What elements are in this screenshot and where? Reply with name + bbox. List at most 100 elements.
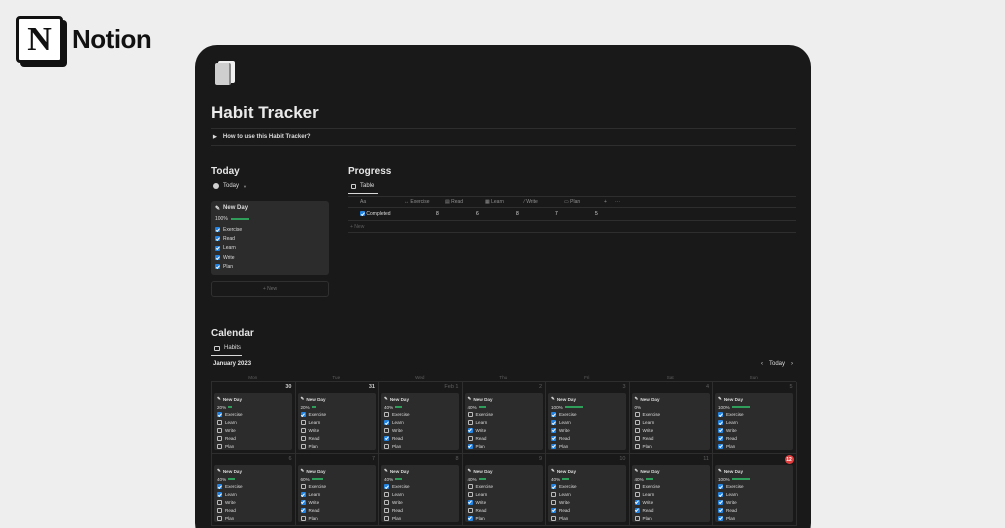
calendar-day[interactable]: 3 ✎ New Day 100% Exercise Learn Write Read Plan (546, 382, 630, 454)
habit-item[interactable]: Read (718, 506, 790, 514)
habit-item[interactable]: Write (217, 427, 289, 435)
today-button[interactable]: Today (769, 361, 785, 367)
checkbox[interactable] (300, 507, 306, 513)
checkbox[interactable] (551, 484, 556, 490)
habit-item[interactable]: Write (467, 427, 540, 435)
checkbox[interactable] (634, 427, 640, 433)
calendar-day[interactable]: 30 ✎ New Day 20% Exercise Learn Write Read Plan (212, 382, 296, 454)
checkbox[interactable] (384, 443, 389, 449)
habit-item[interactable]: Learn (634, 491, 707, 499)
habit-item[interactable]: Learn (384, 419, 456, 427)
tab-table[interactable]: Table (351, 183, 374, 189)
habit-item[interactable]: Learn (467, 491, 540, 499)
calendar-day[interactable]: 10 ✎ New Day 40% Exercise Learn Write Read Plan (546, 454, 630, 526)
book-icon[interactable] (215, 61, 235, 85)
checkbox[interactable] (300, 492, 306, 498)
habit-item[interactable]: Learn (634, 419, 707, 427)
checkbox[interactable] (467, 499, 473, 505)
habit-item[interactable]: Learn (215, 244, 325, 253)
habit-item[interactable]: Exercise (300, 411, 373, 419)
checkbox[interactable] (551, 427, 556, 433)
checkbox[interactable] (634, 492, 640, 498)
habit-item[interactable]: Read (384, 506, 456, 514)
habit-item[interactable]: Write (467, 499, 540, 507)
habit-item[interactable]: Read (300, 434, 373, 442)
checkbox[interactable] (300, 427, 306, 433)
habit-item[interactable]: Plan (384, 442, 456, 450)
habit-item[interactable]: Exercise (217, 483, 289, 491)
checkbox[interactable] (634, 420, 640, 426)
day-habit-card[interactable]: ✎ New Day 40% Exercise Learn Write Read Plan (464, 393, 543, 450)
day-habit-card[interactable]: ✎ New Day 40% Exercise Learn Write Read Plan (381, 393, 459, 450)
habit-item[interactable]: Exercise (551, 483, 623, 491)
habit-item[interactable]: Exercise (467, 411, 540, 419)
checkbox[interactable] (718, 507, 723, 513)
habit-item[interactable]: Exercise (300, 483, 373, 491)
habit-item[interactable]: Write (384, 499, 456, 507)
calendar-day[interactable]: 8 ✎ New Day 40% Exercise Learn Write Read Plan (379, 454, 463, 526)
checkbox[interactable] (217, 507, 222, 513)
habit-item[interactable]: Exercise (384, 411, 456, 419)
checkbox[interactable] (384, 420, 389, 426)
habit-item[interactable]: Plan (217, 514, 289, 522)
calendar-day[interactable]: 5 ✎ New Day 100% Exercise Learn Write Read Plan (713, 382, 797, 454)
habit-item[interactable]: Plan (718, 514, 790, 522)
table-row[interactable]: Completed 8 6 8 7 5 (348, 208, 796, 221)
checkbox[interactable] (467, 484, 473, 490)
checkbox[interactable] (300, 443, 306, 449)
checkbox[interactable] (718, 443, 723, 449)
checkbox[interactable] (551, 515, 556, 521)
today-view-dropdown[interactable]: Today ▼ (213, 183, 247, 189)
habit-item[interactable]: Learn (551, 419, 623, 427)
day-habit-card[interactable]: ✎ New Day 100% Exercise Learn Write Read Plan (548, 393, 626, 450)
habit-item[interactable]: Write (551, 499, 623, 507)
checkbox[interactable] (718, 484, 723, 490)
day-habit-card[interactable]: ✎ New Day 100% Exercise Learn Write Read Plan (715, 465, 793, 522)
checkbox[interactable] (634, 412, 640, 418)
habit-item[interactable]: Read (217, 506, 289, 514)
habit-item[interactable]: Learn (300, 419, 373, 427)
calendar-day[interactable]: Feb 1 ✎ New Day 40% Exercise Learn Write Read Pl… (379, 382, 463, 454)
checkbox[interactable] (634, 515, 640, 521)
checkbox[interactable] (467, 515, 473, 521)
checkbox[interactable] (634, 435, 640, 441)
habit-item[interactable]: Read (718, 434, 790, 442)
checkbox[interactable] (467, 507, 473, 513)
checkbox[interactable] (384, 435, 389, 441)
habit-item[interactable]: Read (551, 434, 623, 442)
habit-item[interactable]: Learn (384, 491, 456, 499)
cell-write[interactable]: 7 (555, 211, 558, 217)
habit-item[interactable]: Plan (467, 514, 540, 522)
checkbox[interactable] (634, 507, 640, 513)
today-habit-card[interactable]: ✎ New Day 100% Exercise Read Learn Write Pla… (211, 201, 329, 275)
checkbox[interactable] (718, 492, 723, 498)
day-habit-card[interactable]: ✎ New Day 20% Exercise Learn Write Read Plan (297, 393, 376, 450)
habit-item[interactable]: Exercise (384, 483, 456, 491)
checkbox[interactable] (217, 420, 222, 426)
habit-item[interactable]: Exercise (718, 483, 790, 491)
checkbox[interactable] (215, 245, 220, 251)
day-habit-card[interactable]: ✎ New Day 0% Exercise Learn Write Read Plan (631, 393, 710, 450)
col-name[interactable]: Aa (360, 199, 366, 205)
calendar-day[interactable]: 9 ✎ New Day 40% Exercise Learn Write Read Plan (462, 454, 546, 526)
habit-item[interactable]: Write (718, 499, 790, 507)
habit-item[interactable]: Learn (300, 491, 373, 499)
checkbox[interactable] (467, 427, 473, 433)
checkbox[interactable] (551, 443, 556, 449)
habit-item[interactable]: Read (217, 434, 289, 442)
habit-item[interactable]: Exercise (217, 411, 289, 419)
habit-item[interactable]: Read (384, 434, 456, 442)
habit-item[interactable]: Write (300, 427, 373, 435)
day-habit-card[interactable]: ✎ New Day 40% Exercise Learn Write Read Plan (464, 465, 543, 522)
cell-read[interactable]: 6 (476, 211, 479, 217)
day-habit-card[interactable]: ✎ New Day 40% Exercise Learn Write Read Plan (631, 465, 710, 522)
day-habit-card[interactable]: ✎ New Day 60% Exercise Learn Write Read Plan (297, 465, 376, 522)
habit-item[interactable]: Plan (718, 442, 790, 450)
habit-item[interactable]: Learn (718, 419, 790, 427)
checkbox[interactable] (217, 443, 222, 449)
habit-item[interactable]: Plan (300, 442, 373, 450)
col-plan[interactable]: ▭ Plan (564, 199, 580, 205)
checkbox[interactable] (467, 492, 473, 498)
habit-item[interactable]: Read (634, 506, 707, 514)
checkbox[interactable] (718, 435, 723, 441)
